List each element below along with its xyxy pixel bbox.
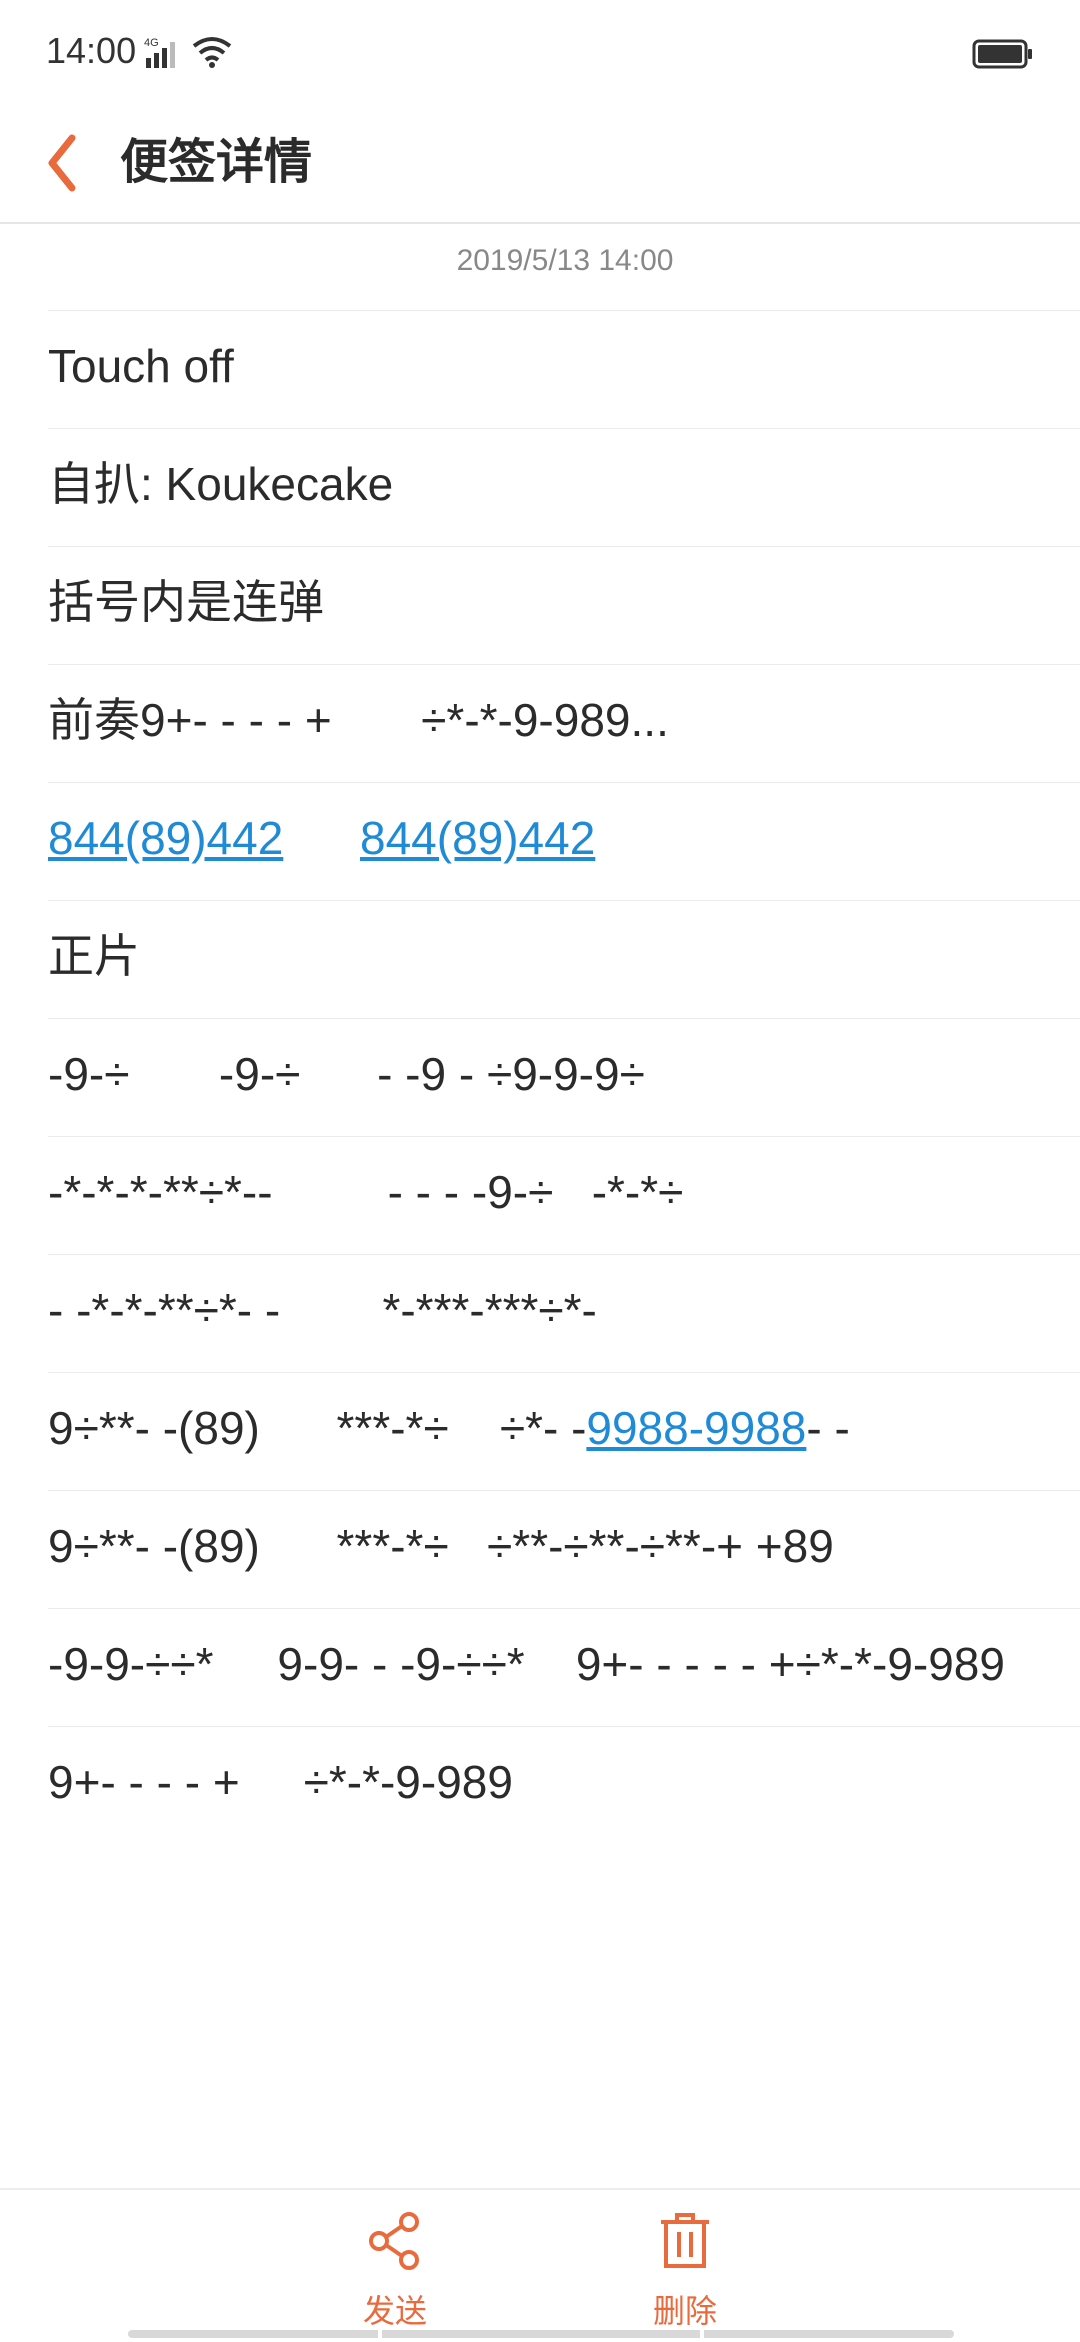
note-line-links: 844(89)442 844(89)442 — [48, 782, 1080, 901]
phone-link[interactable]: 9988-9988 — [586, 1402, 806, 1454]
status-time: 14:00 — [46, 30, 137, 71]
note-line: -9-9-÷÷* 9-9- - -9-÷÷* 9+- - - - - +÷*-*… — [48, 1608, 1080, 1727]
note-line-with-link: 9÷**- -(89) ***-*÷ ÷*- -9988-9988- - — [48, 1372, 1080, 1491]
phone-link[interactable]: 844(89)442 — [48, 812, 283, 864]
trash-icon — [661, 2213, 709, 2268]
delete-button[interactable]: 删除 — [615, 2210, 755, 2332]
bottom-action-bar: 发送 删除 — [0, 2188, 1080, 2342]
back-arrow-icon[interactable] — [40, 128, 90, 198]
note-line: -*-*-*-**÷*-- - - - -9-÷ -*-*÷ — [48, 1136, 1080, 1255]
note-line: - -*-*-**÷*- - *-***-***÷*- — [48, 1254, 1080, 1373]
home-indicator-divider — [378, 2328, 382, 2340]
phone-link[interactable]: 844(89)442 — [360, 812, 595, 864]
note-line: 9+- - - - + ÷*-*-9-989 — [48, 1726, 1080, 1845]
page-title: 便签详情 — [120, 134, 313, 190]
wifi-icon — [192, 37, 232, 68]
note-line: Touch off — [48, 310, 1080, 429]
home-indicator[interactable] — [128, 2330, 954, 2338]
note-line: 正片 — [48, 900, 1080, 1019]
line-prefix: 9÷**- -(89) ***-*÷ ÷*- - — [48, 1402, 587, 1454]
send-label: 发送 — [362, 2292, 427, 2330]
note-date: 2019/5/13 14:00 — [456, 244, 674, 277]
network-type-label: 4G — [144, 37, 159, 49]
battery-icon — [972, 39, 1032, 69]
link-gap — [283, 812, 360, 864]
note-line: -9-÷ -9-÷ - -9 - ÷9-9-9÷ — [48, 1018, 1080, 1137]
note-line: 自扒: Koukecake — [48, 428, 1080, 547]
note-line: 9÷**- -(89) ***-*÷ ÷**-÷**-÷**-+ +89 — [48, 1490, 1080, 1609]
send-button[interactable]: 发送 — [325, 2210, 465, 2332]
app-header: 便签详情 — [0, 110, 1080, 224]
share-icon — [369, 2212, 419, 2270]
cellular-signal-icon: 4G — [144, 37, 175, 68]
status-bar: 14:00 4G — [0, 0, 1080, 110]
note-line: 前奏9+- - - - + ÷*-*-9-989... — [48, 664, 1080, 783]
home-indicator-divider — [700, 2328, 704, 2340]
delete-label: 删除 — [652, 2292, 717, 2330]
line-suffix: - - — [806, 1402, 850, 1454]
note-line: 括号内是连弹 — [48, 546, 1080, 665]
